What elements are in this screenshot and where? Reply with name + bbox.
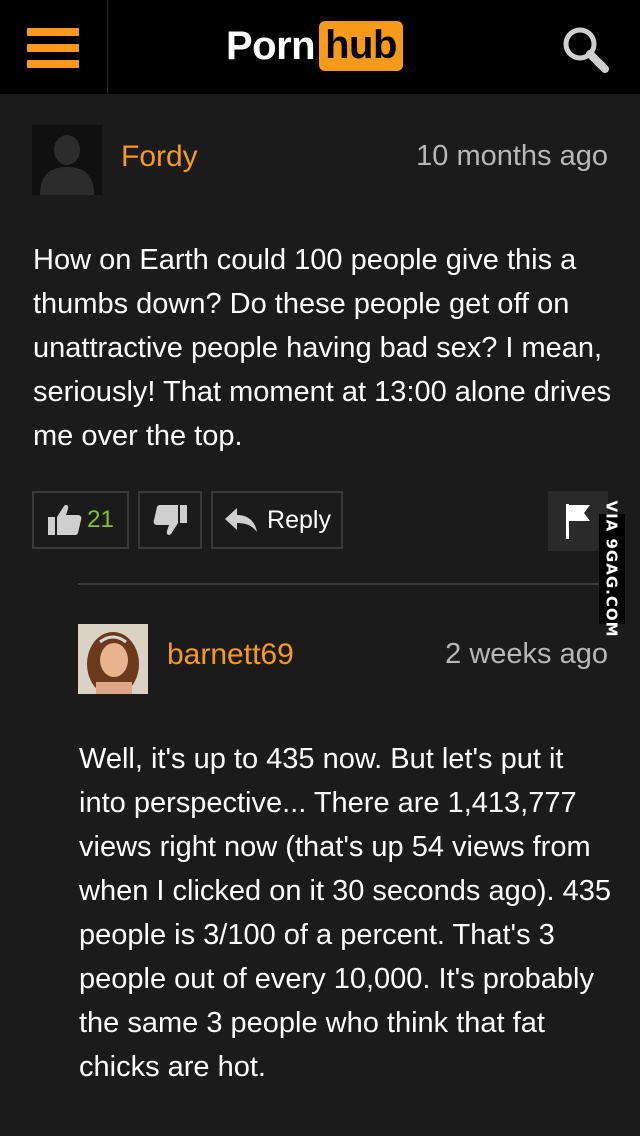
avatar[interactable] bbox=[78, 624, 148, 694]
comment-text: How on Earth could 100 people give this … bbox=[33, 244, 612, 452]
reply-button[interactable]: Reply bbox=[211, 491, 343, 549]
default-user-icon bbox=[32, 125, 102, 195]
hamburger-icon-bar bbox=[27, 44, 79, 52]
avatar[interactable] bbox=[32, 125, 102, 195]
logo-text-hub: hub bbox=[319, 21, 403, 71]
flag-icon bbox=[566, 504, 590, 539]
watermark-text: VIA 9GAG.COM bbox=[603, 500, 622, 638]
reply-label: Reply bbox=[267, 505, 331, 534]
thumbs-up-button[interactable]: 21 bbox=[32, 491, 129, 549]
hamburger-icon bbox=[27, 28, 79, 36]
site-logo[interactable]: Porn hub bbox=[226, 20, 403, 72]
logo-text-porn: Porn bbox=[226, 23, 316, 68]
thumbs-up-icon bbox=[48, 505, 82, 535]
comment-username[interactable]: barnett69 bbox=[167, 638, 294, 672]
comment-text: Well, it's up to 435 now. But let's put … bbox=[79, 743, 611, 1083]
thumbs-down-button[interactable] bbox=[138, 491, 202, 549]
reply-arrow-icon bbox=[225, 508, 258, 532]
hamburger-icon-bar bbox=[27, 60, 79, 68]
search-icon bbox=[563, 27, 609, 73]
user-photo-avatar bbox=[78, 624, 148, 694]
watermark: VIA 9GAG.COM bbox=[599, 500, 625, 638]
search-button[interactable] bbox=[558, 22, 612, 76]
menu-button[interactable] bbox=[0, 0, 108, 94]
comment-timestamp: 10 months ago bbox=[416, 140, 608, 172]
comment-username[interactable]: Fordy bbox=[121, 140, 198, 174]
reply-divider bbox=[78, 583, 600, 585]
top-bar: Porn hub bbox=[0, 0, 640, 94]
comment-timestamp: 2 weeks ago bbox=[445, 638, 608, 670]
thumbs-down-icon bbox=[153, 505, 187, 535]
like-count: 21 bbox=[87, 506, 114, 533]
